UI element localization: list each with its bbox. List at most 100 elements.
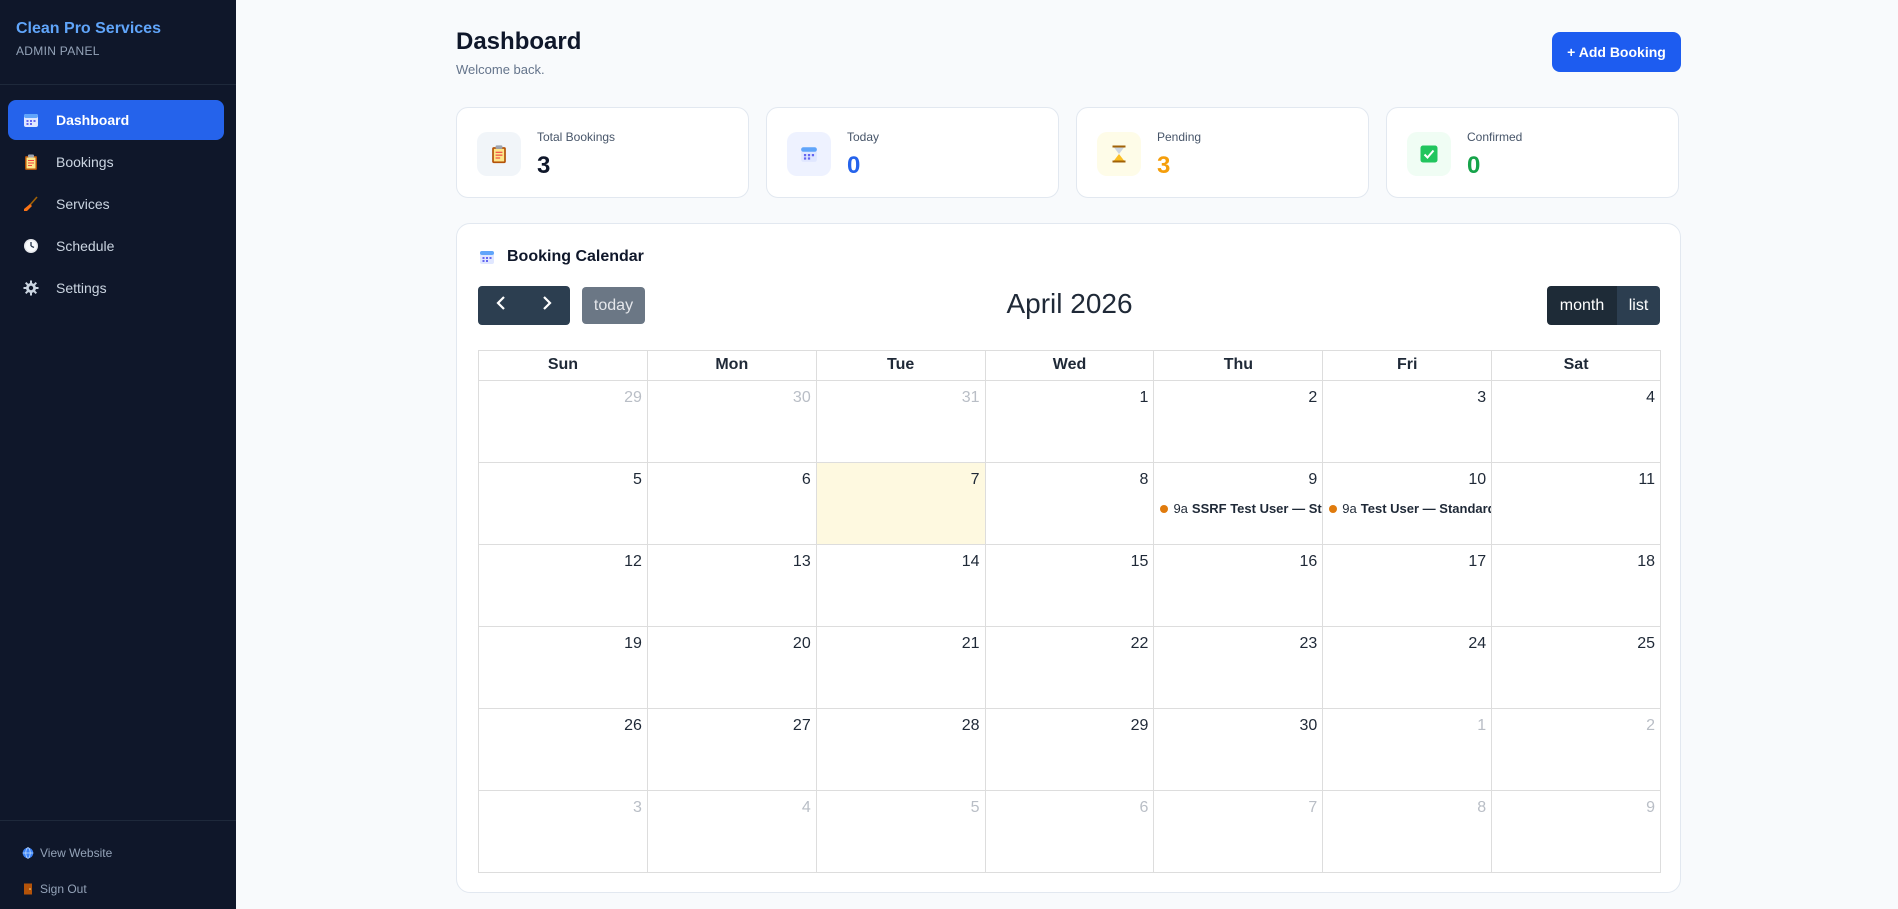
page-title: Dashboard [456, 28, 582, 55]
calendar-day[interactable]: 11 [1492, 463, 1662, 545]
day-number[interactable]: 9 [1308, 471, 1317, 489]
calendar-day[interactable]: 12 [479, 545, 648, 627]
list-view-button[interactable]: list [1617, 286, 1660, 325]
day-number[interactable]: 27 [793, 717, 811, 735]
day-number[interactable]: 1 [1140, 389, 1149, 407]
calendar-day[interactable]: 30 [647, 381, 817, 463]
day-number[interactable]: 29 [624, 389, 642, 407]
calendar-day[interactable]: 5 [816, 791, 986, 873]
clipboard-icon [477, 132, 521, 176]
calendar-day[interactable]: 1 [1323, 709, 1493, 791]
calendar-day[interactable]: 4 [647, 791, 817, 873]
day-number[interactable]: 16 [1300, 553, 1318, 571]
calendar-day[interactable]: 6 [985, 791, 1155, 873]
day-number[interactable]: 6 [1140, 799, 1149, 817]
day-number[interactable]: 3 [1477, 389, 1486, 407]
calendar-day[interactable]: 29 [479, 381, 648, 463]
day-number[interactable]: 6 [802, 471, 811, 489]
calendar-day[interactable]: 30 [1154, 709, 1324, 791]
day-number[interactable]: 28 [962, 717, 980, 735]
day-number[interactable]: 4 [1646, 389, 1655, 407]
calendar-day[interactable]: 7 [1154, 791, 1324, 873]
calendar-day[interactable]: 22 [985, 627, 1155, 709]
calendar-day[interactable]: 27 [647, 709, 817, 791]
calendar-day[interactable]: 2 [1154, 381, 1324, 463]
calendar-day[interactable]: 4 [1492, 381, 1662, 463]
day-number[interactable]: 7 [971, 471, 980, 489]
month-view-button[interactable]: month [1547, 286, 1617, 325]
day-number[interactable]: 21 [962, 635, 980, 653]
calendar-day[interactable]: 8 [985, 463, 1155, 545]
calendar-day[interactable]: 5 [479, 463, 648, 545]
day-number[interactable]: 5 [971, 799, 980, 817]
day-number[interactable]: 30 [1300, 717, 1318, 735]
sidebar-item-schedule[interactable]: Schedule [8, 226, 224, 266]
day-number[interactable]: 2 [1308, 389, 1317, 407]
brand-name[interactable]: Clean Pro Services [16, 20, 161, 38]
day-number[interactable]: 17 [1468, 553, 1486, 571]
calendar-day[interactable]: 15 [985, 545, 1155, 627]
view-website-link[interactable]: View Website [22, 846, 112, 860]
day-number[interactable]: 23 [1300, 635, 1318, 653]
day-number[interactable]: 15 [1131, 553, 1149, 571]
calendar-event[interactable]: 9a Test User — Standard [1329, 501, 1491, 516]
calendar-day[interactable]: 23 [1154, 627, 1324, 709]
day-number[interactable]: 13 [793, 553, 811, 571]
calendar-day[interactable]: 26 [479, 709, 648, 791]
day-number[interactable]: 20 [793, 635, 811, 653]
day-number[interactable]: 1 [1477, 717, 1486, 735]
day-number[interactable]: 14 [962, 553, 980, 571]
calendar-day[interactable]: 14 [816, 545, 986, 627]
day-number[interactable]: 18 [1637, 553, 1655, 571]
calendar-day[interactable]: 2 [1492, 709, 1662, 791]
day-number[interactable]: 4 [802, 799, 811, 817]
day-number[interactable]: 26 [624, 717, 642, 735]
day-number[interactable]: 8 [1477, 799, 1486, 817]
day-number[interactable]: 31 [962, 389, 980, 407]
calendar-day[interactable]: 21 [816, 627, 986, 709]
sign-out-link[interactable]: Sign Out [22, 882, 87, 896]
weekday-header: Sun Mon Tue Wed Thu Fri Sat [479, 351, 1662, 381]
calendar-day[interactable]: 20 [647, 627, 817, 709]
calendar-day-today[interactable]: 7 [816, 463, 986, 545]
day-number[interactable]: 19 [624, 635, 642, 653]
day-number[interactable]: 8 [1140, 471, 1149, 489]
add-booking-button[interactable]: + Add Booking [1552, 32, 1681, 72]
day-number[interactable]: 12 [624, 553, 642, 571]
day-number[interactable]: 7 [1308, 799, 1317, 817]
day-number[interactable]: 5 [633, 471, 642, 489]
day-number[interactable]: 2 [1646, 717, 1655, 735]
sidebar-item-dashboard[interactable]: Dashboard [8, 100, 224, 140]
calendar-day[interactable]: 3 [1323, 381, 1493, 463]
sidebar-item-settings[interactable]: Settings [8, 268, 224, 308]
calendar-day[interactable]: 18 [1492, 545, 1662, 627]
calendar-day[interactable]: 29 [985, 709, 1155, 791]
day-number[interactable]: 9 [1646, 799, 1655, 817]
calendar-day[interactable]: 6 [647, 463, 817, 545]
calendar-day[interactable]: 13 [647, 545, 817, 627]
calendar-day[interactable]: 17 [1323, 545, 1493, 627]
calendar-day[interactable]: 9 9a SSRF Test User — Standard [1154, 463, 1324, 545]
day-number[interactable]: 25 [1637, 635, 1655, 653]
calendar-day[interactable]: 10 9a Test User — Standard [1323, 463, 1493, 545]
calendar-day[interactable]: 1 [985, 381, 1155, 463]
day-number[interactable]: 30 [793, 389, 811, 407]
calendar-day[interactable]: 19 [479, 627, 648, 709]
calendar-day[interactable]: 8 [1323, 791, 1493, 873]
calendar-day[interactable]: 25 [1492, 627, 1662, 709]
calendar-day[interactable]: 16 [1154, 545, 1324, 627]
day-number[interactable]: 11 [1638, 471, 1655, 489]
calendar-day[interactable]: 3 [479, 791, 648, 873]
day-number[interactable]: 10 [1468, 471, 1486, 489]
calendar-day[interactable]: 9 [1492, 791, 1662, 873]
day-number[interactable]: 22 [1131, 635, 1149, 653]
calendar-day[interactable]: 31 [816, 381, 986, 463]
calendar-day[interactable]: 24 [1323, 627, 1493, 709]
calendar-event[interactable]: 9a SSRF Test User — Standard [1160, 501, 1322, 516]
day-number[interactable]: 24 [1468, 635, 1486, 653]
sidebar-item-bookings[interactable]: Bookings [8, 142, 224, 182]
day-number[interactable]: 3 [633, 799, 642, 817]
sidebar-item-services[interactable]: Services [8, 184, 224, 224]
day-number[interactable]: 29 [1131, 717, 1149, 735]
calendar-day[interactable]: 28 [816, 709, 986, 791]
